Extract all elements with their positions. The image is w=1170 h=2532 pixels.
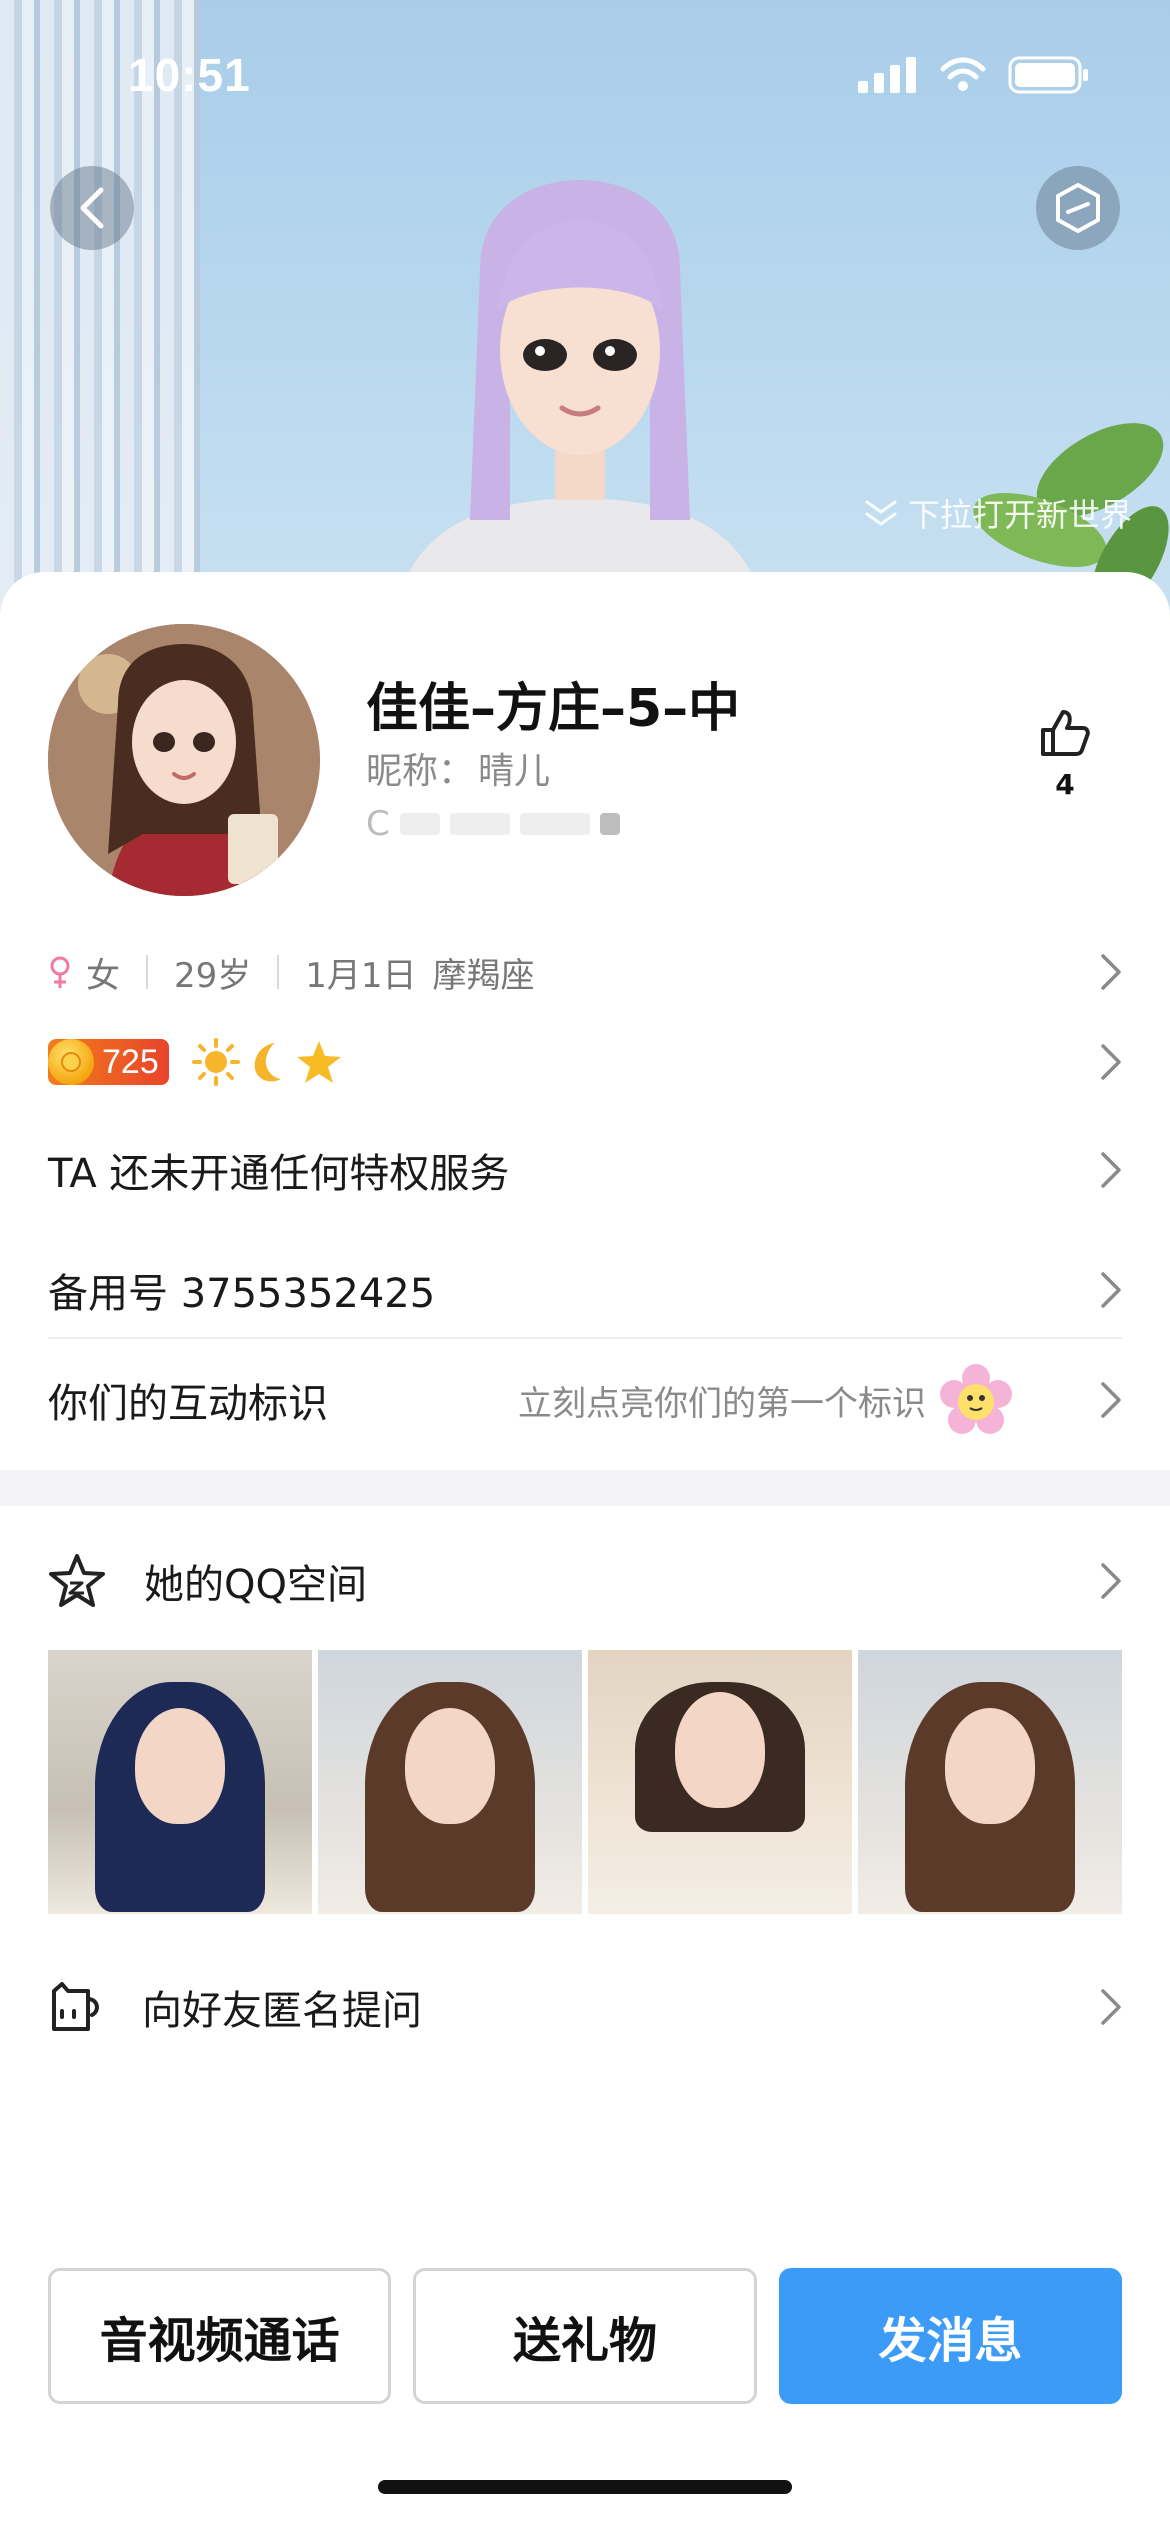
age-text: 29岁 xyxy=(174,955,252,996)
redaction-block xyxy=(449,813,510,835)
basic-info-row[interactable]: 女 29岁 1月1日 摩羯座 xyxy=(48,932,1122,1012)
qzone-photo-strip xyxy=(48,1650,1122,1914)
nickname-label: 昵称： xyxy=(366,751,475,792)
status-bar: 10:51 xyxy=(0,0,1170,150)
backup-account-text: 备用号 3755352425 xyxy=(48,1271,436,1317)
send-message-button[interactable]: 发消息 xyxy=(778,2268,1122,2404)
status-time: 10:51 xyxy=(128,49,251,101)
profile-name: 佳佳–方庄–5–中 xyxy=(366,679,741,739)
qzone-star-icon xyxy=(49,1554,105,1607)
birthday-text: 1月1日 xyxy=(305,955,417,996)
crown-coin-icon xyxy=(48,1039,94,1085)
chevron-right-icon xyxy=(1101,1152,1121,1188)
chevron-right-icon xyxy=(1101,1382,1121,1418)
qzone-title: 她的QQ空间 xyxy=(144,1562,367,1608)
interaction-hint-text: 立刻点亮你们的第一个标识 xyxy=(518,1383,926,1424)
avatar-3d-figure xyxy=(366,180,794,620)
double-chevron-down-icon xyxy=(865,500,897,526)
video-call-button[interactable]: 音视频通话 xyxy=(48,2268,392,2404)
interaction-mark-label: 你们的互动标识 xyxy=(48,1381,328,1427)
divider xyxy=(146,955,148,989)
chevron-right-icon xyxy=(1101,1989,1121,2025)
profile-card: 佳佳–方庄–5–中 昵称： 晴儿 C 4 女 29岁 1月1日 摩羯座 725 … xyxy=(0,572,1170,2532)
flower-mascot-icon xyxy=(940,1364,1012,1434)
backup-account-row[interactable]: 备用号 3755352425 xyxy=(48,1230,1122,1350)
section-separator xyxy=(0,1470,1170,1506)
action-bar: 音视频通话 送礼物 发消息 xyxy=(48,2268,1122,2404)
avatar-illustration xyxy=(48,624,320,896)
pull-down-hint[interactable]: 下拉打开新世界 xyxy=(864,490,1132,536)
star-icon xyxy=(296,1041,341,1083)
interaction-hint: 立刻点亮你们的第一个标识 xyxy=(518,1364,1012,1436)
cat-box-icon xyxy=(52,1982,99,2031)
qzone-photo[interactable] xyxy=(48,1650,312,1914)
chevron-left-icon xyxy=(80,187,104,229)
chevron-right-icon xyxy=(1101,1044,1121,1080)
anonymous-question-text: 向好友匿名提问 xyxy=(142,1988,422,2034)
zodiac-text: 摩羯座 xyxy=(432,955,535,996)
nickname-row: 昵称： 晴儿 xyxy=(366,742,550,794)
home-indicator[interactable] xyxy=(378,2480,792,2494)
row-divider xyxy=(48,1337,1122,1339)
level-badge: 725 xyxy=(48,1039,169,1085)
qzone-row[interactable]: 她的QQ空间 xyxy=(48,1506,1122,1656)
chevron-right-icon xyxy=(1101,1563,1121,1599)
female-icon xyxy=(50,956,70,988)
battery-icon xyxy=(1008,56,1088,94)
thumbs-up-icon xyxy=(1041,710,1090,756)
qq-prefix: C xyxy=(366,804,390,844)
moon-icon xyxy=(254,1043,281,1082)
privilege-service-text: TA 还未开通任何特权服务 xyxy=(48,1151,510,1197)
profile-cover[interactable]: 10:51 下拉打开新世界 xyxy=(0,0,1170,620)
qq-number-masked[interactable]: C xyxy=(366,804,620,844)
sun-icon xyxy=(191,1038,240,1086)
send-gift-button[interactable]: 送礼物 xyxy=(413,2268,757,2404)
redaction-block xyxy=(399,813,440,835)
qzone-photo[interactable] xyxy=(588,1650,852,1914)
qzone-photo[interactable] xyxy=(858,1650,1122,1914)
hexagon-icon xyxy=(1056,183,1100,233)
redaction-block xyxy=(519,813,590,835)
redaction-block xyxy=(599,813,620,835)
nickname-value: 晴儿 xyxy=(478,751,551,792)
privilege-service-row[interactable]: TA 还未开通任何特权服务 xyxy=(48,1110,1122,1230)
chevron-right-icon xyxy=(1101,1272,1121,1308)
back-button[interactable] xyxy=(50,166,134,250)
qzone-photo[interactable] xyxy=(318,1650,582,1914)
pull-hint-text: 下拉打开新世界 xyxy=(907,496,1132,534)
like-button[interactable]: 4 xyxy=(1020,708,1110,801)
cellular-signal-icon xyxy=(858,57,916,93)
avatar[interactable] xyxy=(48,624,320,896)
level-icons xyxy=(191,1037,343,1087)
divider xyxy=(277,955,280,989)
gender-text: 女 xyxy=(86,955,120,996)
level-value: 725 xyxy=(102,1042,159,1081)
interaction-mark-row[interactable]: 你们的互动标识 立刻点亮你们的第一个标识 xyxy=(48,1340,1122,1460)
anonymous-question-row[interactable]: 向好友匿名提问 xyxy=(48,1932,1122,2082)
chevron-right-icon xyxy=(1101,954,1121,990)
like-count: 4 xyxy=(1055,768,1075,801)
scene-switch-button[interactable] xyxy=(1036,166,1120,250)
wifi-icon xyxy=(940,57,986,91)
qq-level-row[interactable]: 725 xyxy=(48,1020,1122,1104)
